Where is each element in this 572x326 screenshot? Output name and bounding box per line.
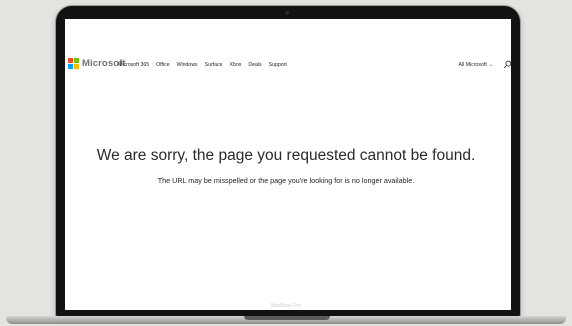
nav-item-microsoft-365[interactable]: Microsoft 365 bbox=[118, 62, 149, 68]
nav-item-xbox[interactable]: Xbox bbox=[230, 62, 242, 68]
laptop-base bbox=[0, 314, 572, 326]
logo-square-red bbox=[68, 58, 73, 63]
camera-icon bbox=[285, 11, 289, 15]
nav-item-office[interactable]: Office bbox=[156, 62, 169, 68]
nav-item-support[interactable]: Support bbox=[269, 62, 287, 68]
nav-item-windows[interactable]: Windows bbox=[177, 62, 198, 68]
logo-square-blue bbox=[68, 64, 73, 69]
nav-item-deals[interactable]: Deals bbox=[248, 62, 261, 68]
logo-square-green bbox=[74, 58, 79, 63]
laptop-scene: Microsoft Microsoft 365 Office Windows S… bbox=[0, 0, 572, 326]
nav-item-surface[interactable]: Surface bbox=[205, 62, 223, 68]
main-nav: Microsoft 365 Office Windows Surface Xbo… bbox=[118, 62, 287, 68]
laptop-notch bbox=[244, 316, 330, 320]
windows-logo-icon bbox=[68, 58, 79, 69]
search-icon[interactable] bbox=[503, 60, 512, 69]
chevron-down-icon: ⌄ bbox=[488, 61, 493, 68]
device-label: MacBook Pro bbox=[270, 303, 301, 309]
microsoft-logo[interactable]: Microsoft bbox=[68, 58, 126, 69]
logo-square-yellow bbox=[74, 64, 79, 69]
error-title: We are sorry, the page you requested can… bbox=[96, 147, 476, 164]
all-microsoft-menu[interactable]: All Microsoft ⌄ bbox=[459, 62, 493, 68]
header-right: All Microsoft ⌄ bbox=[459, 60, 512, 69]
error-subtitle: The URL may be misspelled or the page yo… bbox=[157, 176, 415, 185]
all-microsoft-label: All Microsoft bbox=[458, 61, 487, 68]
